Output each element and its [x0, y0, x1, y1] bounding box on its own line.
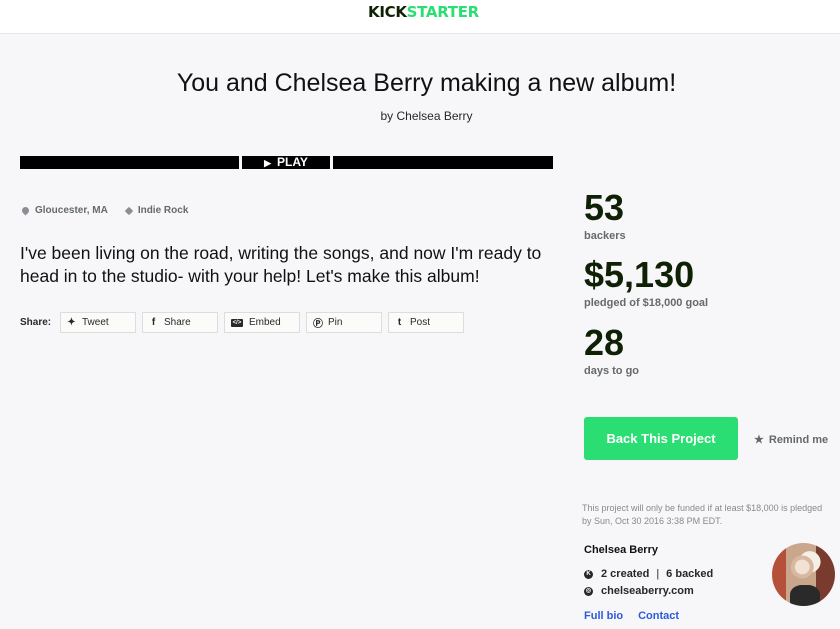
- creator-name[interactable]: Chelsea Berry: [584, 544, 658, 556]
- separator: |: [656, 568, 660, 580]
- logo-part-starter: STARTER: [406, 3, 480, 21]
- facebook-share-button[interactable]: f Share: [142, 312, 218, 333]
- tumblr-icon: t: [397, 317, 402, 328]
- play-icon: ▶: [264, 158, 271, 168]
- contact-link[interactable]: Contact: [638, 610, 679, 622]
- share-label: Share:: [20, 317, 52, 328]
- backers-count: 53: [584, 187, 625, 228]
- back-this-project-button[interactable]: Back This Project: [584, 417, 738, 460]
- embed-button[interactable]: </> Embed: [224, 312, 300, 333]
- share-bar: Share: ✦ Tweet f Share </> Embed Ⓟ Pin t Post: [20, 312, 470, 333]
- creator-website-row: ◎ chelseaberry.com: [584, 585, 694, 597]
- location-pin-icon: [20, 205, 31, 216]
- project-title: You and Chelsea Berry making a new album…: [176, 69, 677, 97]
- tweet-button[interactable]: ✦ Tweet: [60, 312, 136, 333]
- pledged-amount: $5,130: [584, 254, 695, 295]
- creator-avatar[interactable]: [772, 543, 835, 606]
- play-label: PLAY: [277, 155, 308, 169]
- pin-label: Pin: [328, 317, 343, 328]
- globe-icon: ◎: [584, 586, 593, 596]
- project-meta: Gloucester, MA Indie Rock: [20, 205, 189, 216]
- tumblr-post-button[interactable]: t Post: [388, 312, 464, 333]
- creator-links: Full bio Contact: [584, 610, 694, 622]
- post-label: Post: [410, 317, 431, 328]
- logo-part-kick: KICK: [368, 3, 407, 21]
- project-category[interactable]: Indie Rock: [138, 205, 189, 216]
- twitter-icon: ✦: [67, 317, 76, 328]
- video-bar-right: [333, 156, 553, 169]
- days-count: 28: [584, 322, 625, 363]
- created-count[interactable]: 2 created: [601, 568, 649, 580]
- kickstarter-k-icon: K: [584, 569, 593, 579]
- facebook-icon: f: [151, 317, 156, 328]
- video-bar-left: [20, 156, 239, 169]
- project-location[interactable]: Gloucester, MA: [35, 205, 108, 216]
- backers-label: backers: [584, 230, 626, 242]
- project-blurb: I've been living on the road, writing th…: [20, 243, 542, 286]
- pinterest-icon: Ⓟ: [313, 319, 323, 330]
- play-button[interactable]: ▶ PLAY: [242, 155, 330, 171]
- embed-icon: </>: [231, 318, 243, 327]
- full-bio-link[interactable]: Full bio: [584, 610, 623, 622]
- funding-note: This project will only be funded if at l…: [582, 503, 823, 526]
- embed-label: Embed: [249, 317, 281, 328]
- project-byline[interactable]: by Chelsea Berry: [0, 109, 840, 123]
- share-button-label: Share: [164, 317, 191, 328]
- days-label: days to go: [584, 365, 640, 377]
- creator-stats: K 2 created | 6 backed: [584, 568, 713, 580]
- tag-icon: [124, 206, 134, 215]
- remind-label: Remind me: [768, 433, 829, 446]
- backed-count[interactable]: 6 backed: [666, 568, 713, 580]
- star-icon: ★: [754, 434, 764, 446]
- creator-website-link[interactable]: chelseaberry.com: [601, 585, 694, 597]
- pledged-goal-label: pledged of $18,000 goal: [584, 297, 709, 309]
- remind-me-button[interactable]: ★ Remind me: [754, 433, 829, 447]
- top-header: KICKSTARTER: [0, 0, 840, 34]
- kickstarter-logo[interactable]: KICKSTARTER: [368, 3, 479, 21]
- video-player[interactable]: ▶ PLAY: [20, 155, 553, 171]
- tweet-label: Tweet: [82, 317, 109, 328]
- pin-button[interactable]: Ⓟ Pin: [306, 312, 382, 333]
